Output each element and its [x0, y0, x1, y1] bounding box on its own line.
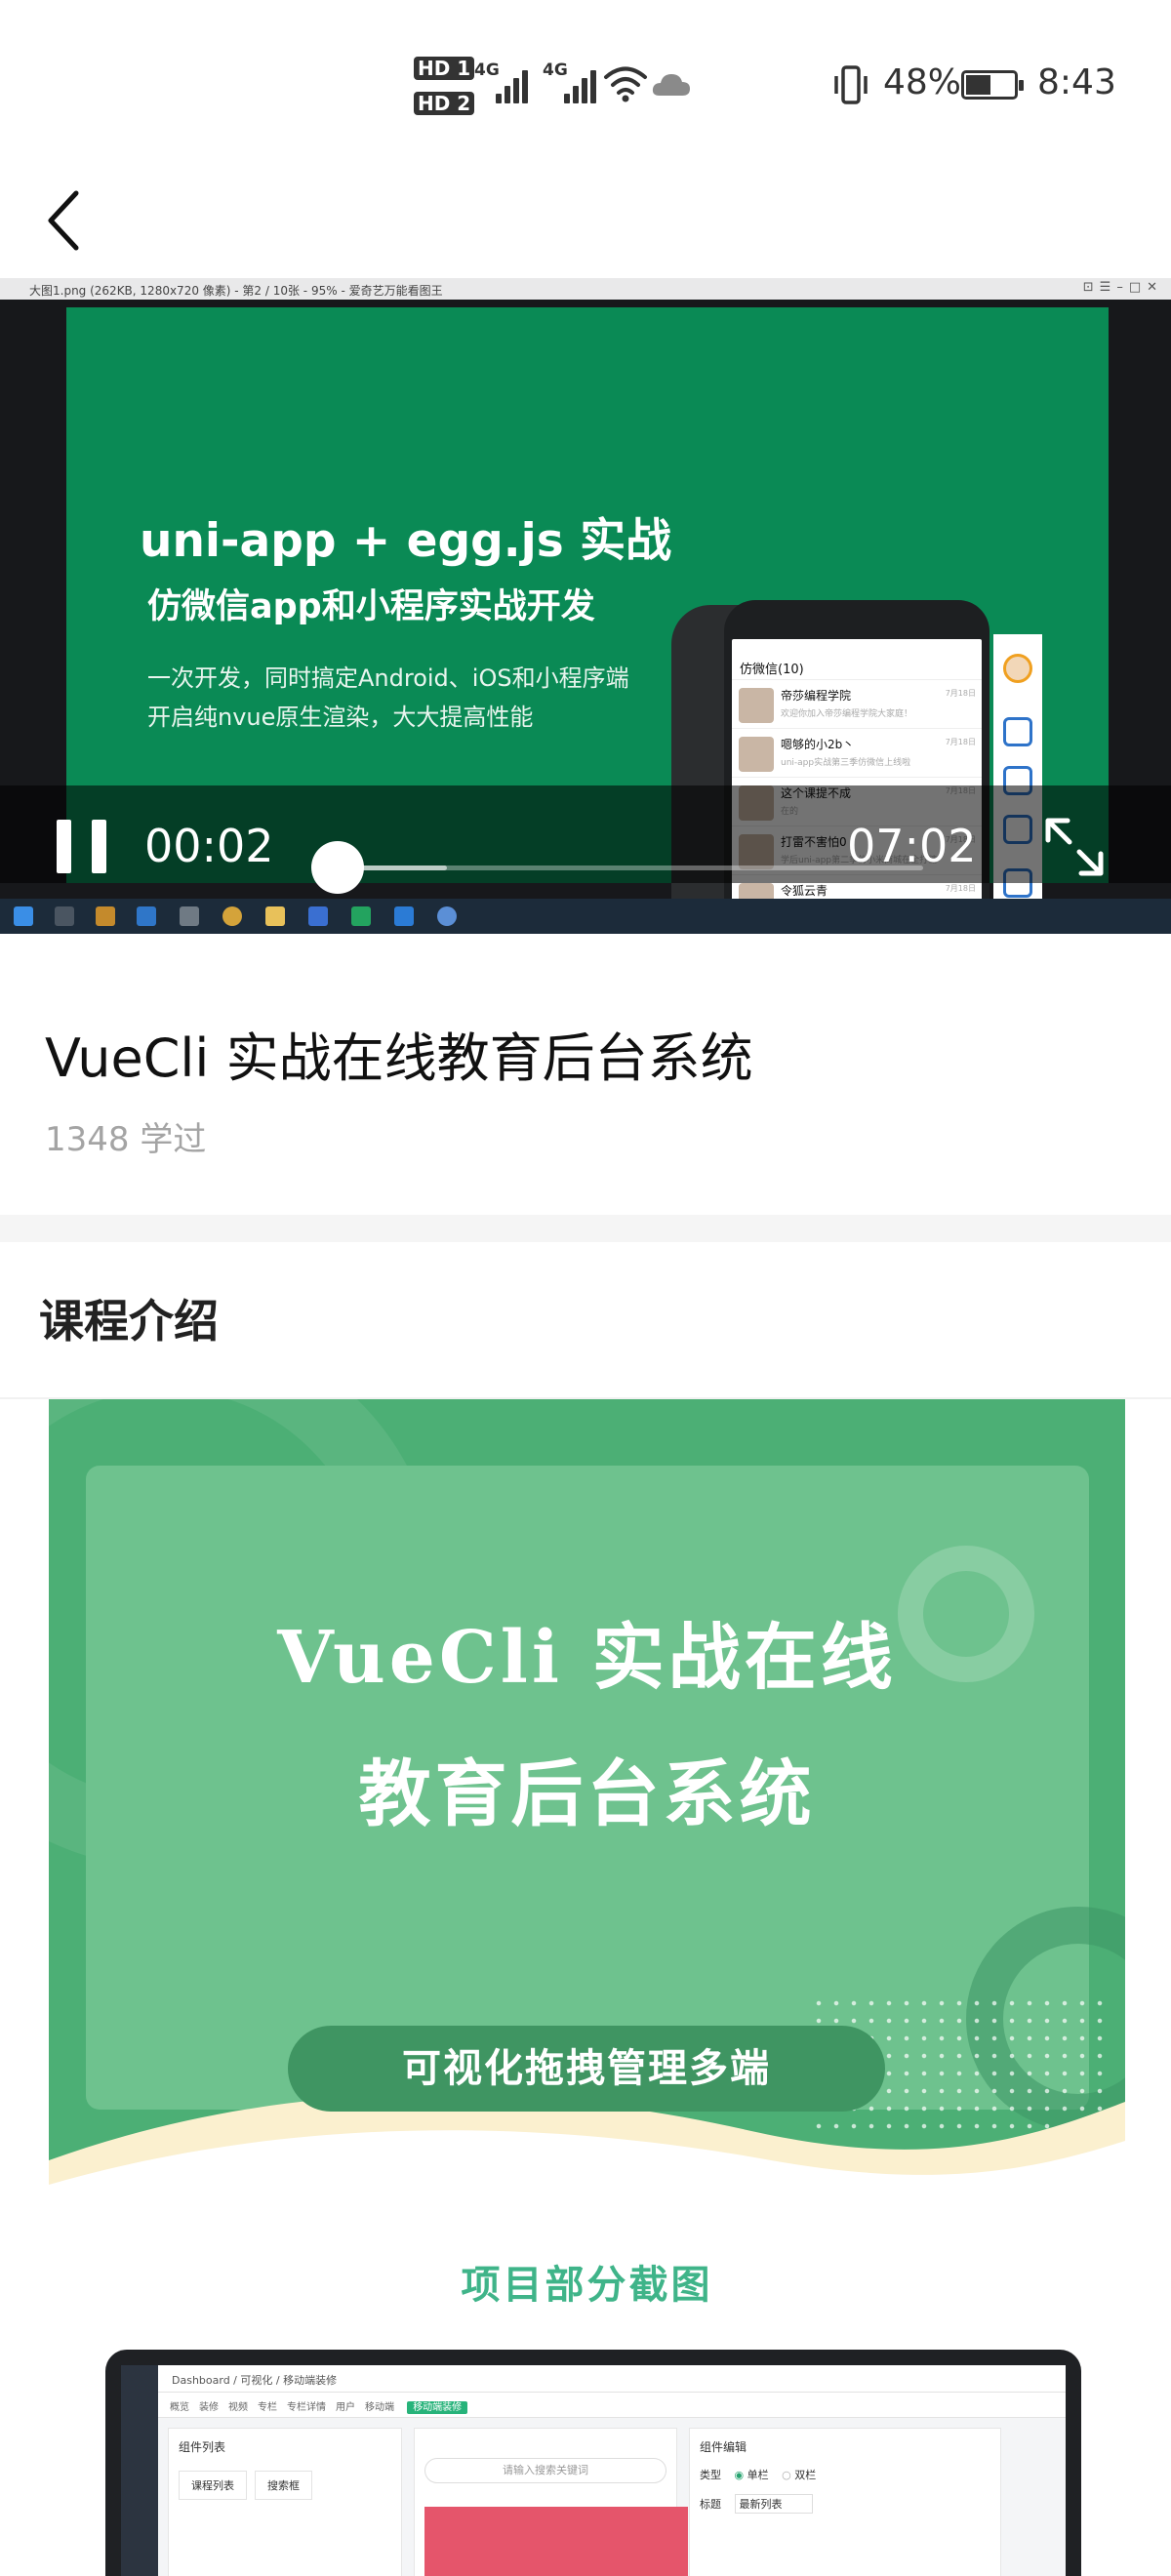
pause-button[interactable] [57, 820, 107, 873]
type-option-double[interactable]: 双栏 [794, 2469, 816, 2481]
learned-count: 1348 学过 [45, 1120, 207, 1159]
window-controls: ⊡☰–□✕ [1082, 280, 1163, 295]
task-view-icon [55, 906, 74, 926]
poster-section-title: 项目部分截图 [461, 2263, 713, 2308]
admin-active-tab: 移动端装修 [407, 2401, 468, 2414]
chevron-left-icon [48, 190, 79, 251]
avatar [739, 737, 774, 772]
battery-percent: 48% [883, 62, 962, 102]
chat-preview: 欢迎你加入帝莎编程学院大家庭！ [781, 709, 913, 719]
title-row: 标题 最新列表 [700, 2494, 990, 2514]
cloud-icon [652, 74, 690, 96]
video-player[interactable]: 大图1.png (262KB, 1280x720 像素) - 第2 / 10张 … [0, 278, 1171, 934]
edge-icon [137, 906, 156, 926]
current-time: 00:02 [144, 820, 274, 872]
chrome-icon [222, 906, 242, 926]
admin-tab[interactable]: 概览 [170, 2402, 189, 2413]
slide-subtitle: 仿微信app和小程序实战开发 [147, 587, 595, 626]
poster-pill: 可视化拖拽管理多端 [288, 2026, 885, 2112]
intro-heading: 课程介绍 [39, 1295, 219, 1348]
course-title: VueCli 实战在线教育后台系统 [45, 1027, 753, 1089]
chat-name: 嗯够的小2b丶 [781, 738, 855, 751]
back-button[interactable] [39, 176, 98, 263]
slide-title: uni-app + egg.js 实战 [140, 514, 672, 568]
progress-bar[interactable] [311, 841, 923, 894]
component-item[interactable]: 搜索框 [255, 2471, 312, 2500]
laptop-screenshot: Dashboard / 可视化 / 移动端装修 概览 装修 视频 专栏 专栏详情 用户 移动… [105, 2350, 1081, 2576]
phone-mockup: 仿微信(10) 帝莎编程学院 欢迎你加入帝莎编程学院大家庭！ 7月18日 嗯够的小2b… [724, 600, 989, 934]
chat-time: 7月18日 [945, 689, 976, 698]
admin-breadcrumb: Dashboard / 可视化 / 移动端装修 [158, 2365, 1066, 2393]
clock: 8:43 [1037, 62, 1116, 102]
slide-line-1: 一次开发，同时搞定Android、iOS和小程序端 [147, 664, 629, 692]
laptop-screen: Dashboard / 可视化 / 移动端装修 概览 装修 视频 专栏 专栏详情 用户 移动… [121, 2365, 1066, 2576]
fullscreen-icon [1045, 818, 1104, 876]
chat-name: 令狐云青 [781, 884, 828, 898]
type-row: 类型 ◉ 单栏 ○ 双栏 [700, 2469, 817, 2481]
app-icon [437, 906, 457, 926]
avatar [1003, 654, 1032, 683]
admin-tab[interactable]: 用户 [336, 2402, 355, 2413]
fullscreen-button[interactable] [1042, 815, 1107, 879]
app-icon [96, 906, 115, 926]
app-icon [308, 906, 328, 926]
admin-tabs: 概览 装修 视频 专栏 专栏详情 用户 移动端 移动端装修 [158, 2393, 1066, 2418]
app-icon [180, 906, 199, 926]
windows-icon [14, 906, 33, 926]
poster-title-line2: 教育后台系统 [358, 1752, 816, 1836]
windows-taskbar [0, 899, 1171, 934]
wifi-icon [604, 66, 647, 102]
panel-title: 组件列表 [179, 2440, 226, 2454]
total-time: 07:02 [847, 820, 977, 872]
title-field[interactable]: 最新列表 [734, 2494, 813, 2514]
chat-preview: uni-app实战第三季仿微信上线啦 [781, 758, 911, 768]
viewer-title-bar: 大图1.png (262KB, 1280x720 像素) - 第2 / 10张 … [0, 278, 1171, 300]
expand-icon [1003, 717, 1032, 746]
admin-tab[interactable]: 专栏 [258, 2402, 277, 2413]
phone-status-bar [732, 639, 982, 653]
admin-tab[interactable]: 视频 [228, 2402, 248, 2413]
slide-line-2: 开启纯nvue原生渲染，大大提高性能 [147, 704, 534, 731]
chat-time: 7月18日 [945, 738, 976, 746]
preview-search: 请输入搜索关键词 [424, 2458, 666, 2483]
hd1-indicator: HD 1 [414, 57, 477, 80]
avatar [739, 688, 774, 723]
poster-title-line1: VueCli 实战在线 [277, 1616, 897, 1700]
phone-preview-panel: 请输入搜索关键词 [414, 2428, 688, 2576]
chat-name: 帝莎编程学院 [781, 689, 852, 703]
type-option-single[interactable]: 单栏 [747, 2469, 769, 2481]
app-icon [351, 906, 371, 926]
phone-chat-title: 仿微信(10) [732, 653, 982, 680]
battery-icon [961, 70, 1024, 100]
folder-icon [265, 906, 285, 926]
viewer-title: 大图1.png (262KB, 1280x720 像素) - 第2 / 10张 … [29, 284, 443, 298]
admin-tab[interactable]: 移动端 [365, 2402, 394, 2413]
admin-tab[interactable]: 专栏详情 [287, 2402, 326, 2413]
section-divider [0, 1215, 1171, 1242]
component-editor-panel: 组件编辑 类型 ◉ 单栏 ○ 双栏 标题 最新列表 [689, 2428, 1001, 2576]
pause-icon [57, 820, 71, 873]
admin-tab-list: 概览 装修 视频 专栏 专栏详情 用户 移动端 [170, 2402, 404, 2413]
component-list-panel: 组件列表 课程列表 搜索框 [168, 2428, 402, 2576]
component-item[interactable]: 课程列表 [179, 2471, 247, 2500]
hd2-indicator: HD 2 [414, 92, 477, 115]
vibrate-icon [834, 65, 868, 104]
panel-title: 组件编辑 [700, 2440, 747, 2454]
top-nav [0, 166, 1171, 278]
chat-list-item: 嗯够的小2b丶 uni-app实战第三季仿微信上线啦 7月18日 [732, 729, 982, 778]
course-poster: VueCli 实战在线 教育后台系统 可视化拖拽管理多端 项目部分截图 Dash… [49, 1399, 1125, 2576]
chat-time: 7月18日 [945, 884, 976, 893]
preview-banner [424, 2507, 688, 2576]
admin-tab[interactable]: 装修 [199, 2402, 219, 2413]
viewer-toolbar [993, 634, 1042, 934]
app-icon [394, 906, 414, 926]
video-controls: 00:02 07:02 [0, 785, 1171, 894]
chat-list-item: 帝莎编程学院欢迎你加入帝莎编程学院大家庭！ 7月18日 [732, 680, 982, 729]
progress-knob[interactable] [311, 841, 365, 894]
status-bar: HD 1 HD 2 4G 4G 48% 8:43 [0, 0, 1171, 166]
component-items: 课程列表 搜索框 [179, 2471, 391, 2500]
admin-sidebar [121, 2365, 158, 2576]
